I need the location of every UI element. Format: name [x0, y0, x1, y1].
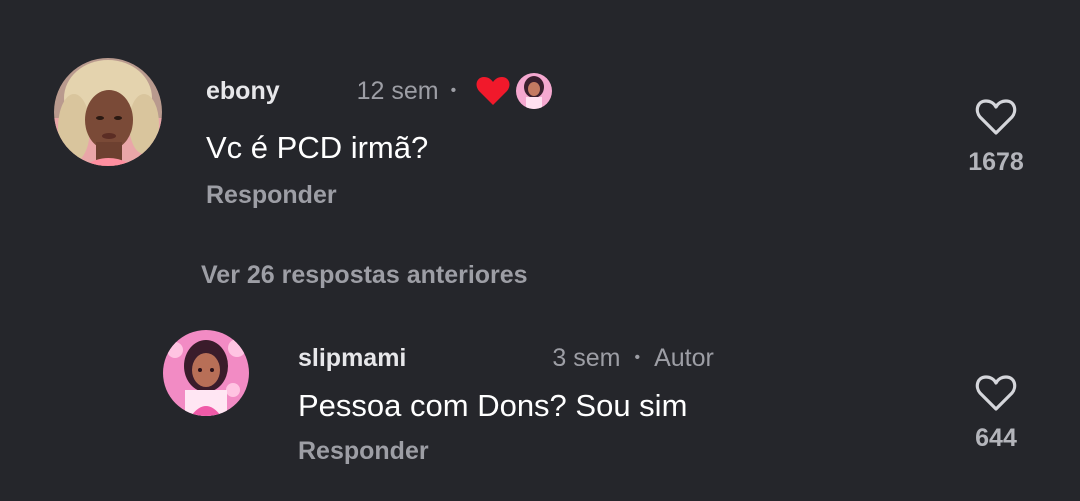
separator-dot: •: [450, 82, 457, 99]
heart-outline-icon: [975, 375, 1017, 411]
user-avatar-photo: [54, 58, 162, 166]
like-count: 1678: [968, 148, 1024, 176]
reply-button[interactable]: Responder: [206, 181, 337, 210]
comment-meta: slipmami 3 sem • Autor: [298, 341, 714, 375]
reply-button[interactable]: Responder: [298, 437, 429, 466]
avatar[interactable]: [163, 330, 249, 416]
author-badge: Autor: [654, 343, 714, 372]
like-count: 644: [975, 424, 1017, 452]
comment-meta: ebony 12 sem •: [206, 73, 553, 109]
comment-text: Pessoa com Dons? Sou sim: [298, 388, 688, 423]
author-avatar-illustration: [163, 330, 249, 416]
heart-outline-icon: [975, 99, 1017, 135]
avatar[interactable]: [54, 58, 162, 166]
like-button[interactable]: 644: [956, 374, 1036, 453]
view-more-replies-button[interactable]: Ver 26 respostas anteriores: [201, 261, 528, 290]
separator-dot: •: [634, 349, 641, 366]
timestamp: 12 sem: [356, 76, 439, 105]
author-avatar-mini: [516, 73, 553, 109]
username[interactable]: ebony: [206, 77, 280, 106]
heart-icon: [476, 76, 510, 106]
timestamp: 3 sem: [552, 343, 621, 372]
comment-text: Vc é PCD irmã?: [206, 130, 429, 165]
username[interactable]: slipmami: [298, 344, 406, 373]
like-button[interactable]: 1678: [956, 98, 1036, 177]
